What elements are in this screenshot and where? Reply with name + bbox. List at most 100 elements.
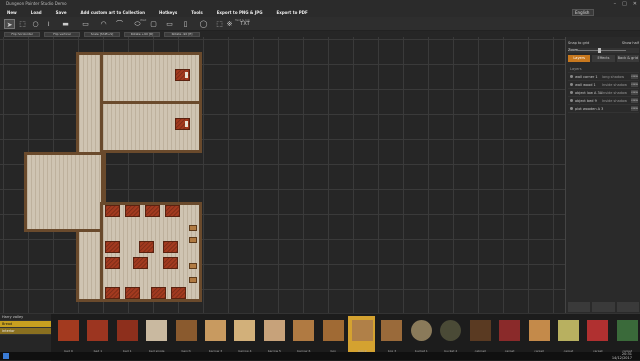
asset-thumb[interactable]: carpet (613, 316, 640, 356)
bed[interactable] (163, 257, 178, 269)
layer-view-button[interactable]: view (631, 98, 638, 103)
crate[interactable] (189, 263, 197, 269)
room-dormitory[interactable] (100, 202, 202, 302)
crate[interactable] (189, 237, 197, 243)
asset-thumb[interactable]: carpet (525, 316, 552, 356)
bed[interactable] (175, 69, 190, 81)
bed[interactable] (145, 205, 160, 217)
layer-view-button[interactable]: view (631, 74, 638, 79)
footer-button[interactable] (568, 302, 591, 312)
oval-icon[interactable]: ⬭ (132, 19, 143, 29)
asset-thumb[interactable]: carpet (554, 316, 581, 356)
map-canvas[interactable] (0, 37, 565, 313)
footer-button[interactable] (616, 302, 639, 312)
bed[interactable] (163, 241, 178, 253)
asset-thumb[interactable]: cabinet (466, 316, 493, 356)
footer-button[interactable] (592, 302, 615, 312)
layer-view-button[interactable]: view (631, 106, 638, 111)
close-button[interactable]: ✕ (633, 0, 637, 8)
eye-icon[interactable] (570, 91, 573, 94)
asset-thumb[interactable]: barrow 4 (230, 316, 257, 356)
start-icon[interactable] (3, 353, 9, 359)
ring-icon[interactable]: ◯ (198, 19, 209, 29)
eye-icon[interactable] (570, 107, 573, 110)
category-item[interactable]: Bread (0, 321, 51, 328)
tab-back-grid[interactable]: Back & grid (616, 55, 639, 62)
rect-select-icon[interactable]: ⬚ (17, 19, 28, 29)
eye-icon[interactable] (570, 75, 573, 78)
menu-hotkeys[interactable]: Hotkeys (152, 10, 184, 15)
menu-export-pdf[interactable]: Export to PDF (270, 10, 315, 15)
text-icon[interactable]: TXT (238, 19, 252, 29)
layer-view-button[interactable]: view (631, 90, 638, 95)
layer-view-button[interactable]: view (631, 82, 638, 87)
menu-tools[interactable]: Tools (184, 10, 209, 15)
wall-thick-icon[interactable]: ▭ (80, 19, 91, 29)
arch-icon[interactable]: ⌒ (114, 19, 125, 29)
asset-thumb[interactable]: box (319, 316, 346, 356)
asset-thumb[interactable]: bed 1 (83, 316, 110, 356)
category-item[interactable]: interior (0, 328, 51, 335)
asset-thumb[interactable]: bed 9 (54, 316, 81, 356)
pointer-icon[interactable]: ➤ (4, 19, 15, 29)
asset-thumb[interactable]: bucket 2 (436, 316, 463, 356)
tab-layers[interactable]: Layers (568, 55, 591, 62)
bed[interactable] (151, 287, 166, 299)
bed[interactable] (105, 205, 120, 217)
tab-effects[interactable]: Effects (592, 55, 615, 62)
layer-row[interactable]: wall wood 1 Inside shadow view (568, 81, 639, 89)
bed[interactable] (105, 257, 120, 269)
bed[interactable] (125, 205, 140, 217)
hill-icon[interactable]: ◠ (98, 19, 109, 29)
rect-icon[interactable]: ▭ (164, 19, 175, 29)
snap-to-grid-toggle[interactable]: Snap to grid (568, 41, 589, 45)
bed[interactable] (139, 241, 154, 253)
asset-thumb[interactable]: box 3 (377, 316, 404, 356)
language-select[interactable]: English (572, 9, 594, 16)
crate[interactable] (189, 225, 197, 231)
box-icon[interactable]: ▢ (148, 19, 159, 29)
zigzag-icon[interactable]: ≀ (43, 19, 54, 29)
bed[interactable] (171, 287, 186, 299)
menu-load[interactable]: Load (24, 10, 49, 15)
eye-icon[interactable] (570, 83, 573, 86)
menu-new[interactable]: New (0, 10, 24, 15)
crate[interactable] (189, 277, 197, 283)
bed[interactable] (133, 257, 148, 269)
asset-thumb[interactable]: bed 1 (113, 316, 140, 356)
layer-row[interactable]: object low A 3A Inside shadow view (568, 89, 639, 97)
asset-thumb[interactable]: barrow 5 (260, 316, 287, 356)
menu-save[interactable]: Save (49, 10, 74, 15)
room-north-1[interactable] (100, 52, 202, 104)
bed[interactable] (125, 287, 140, 299)
zoom-slider[interactable]: Zoom (568, 48, 639, 53)
category-item[interactable]: Harry valley (0, 314, 51, 321)
rect-thin-icon[interactable]: ▯ (180, 19, 191, 29)
room-north-2[interactable] (100, 101, 202, 153)
asset-thumb[interactable]: bucket 1 (407, 316, 434, 356)
zoom-knob[interactable] (598, 48, 601, 53)
menu-export-png[interactable]: Export to PNG & JPG (210, 10, 270, 15)
layer-row[interactable]: object bed 9 Inside shadow view (568, 97, 639, 105)
asset-thumb[interactable]: carpet (583, 316, 610, 356)
asset-thumb[interactable]: bed single (142, 316, 169, 356)
show-half-toggle[interactable]: Show half (622, 41, 639, 45)
wall-thin-icon[interactable]: ▬ (60, 19, 71, 29)
bed[interactable] (165, 205, 180, 217)
bed[interactable] (175, 118, 190, 130)
stamp-icon[interactable]: ※ (224, 19, 235, 29)
asset-thumb[interactable]: carpet (495, 316, 522, 356)
minimize-button[interactable]: – (614, 0, 617, 8)
layer-row[interactable]: wall corner 1 long shadow view (568, 73, 639, 81)
layer-row[interactable]: plot wooden A 3 view (568, 105, 639, 113)
circle-icon[interactable]: ○ (30, 19, 41, 29)
asset-thumb[interactable]: barrow 3 (201, 316, 228, 356)
asset-thumb[interactable]: box 2 (348, 316, 376, 356)
bed[interactable] (105, 241, 120, 253)
bed[interactable] (105, 287, 120, 299)
eye-icon[interactable] (570, 99, 573, 102)
room-west[interactable] (24, 152, 104, 232)
asset-thumb[interactable]: bench (172, 316, 199, 356)
asset-thumb[interactable]: barrow 6 (289, 316, 316, 356)
menu-add-custom-art[interactable]: Add custom art to Collection (74, 10, 152, 15)
